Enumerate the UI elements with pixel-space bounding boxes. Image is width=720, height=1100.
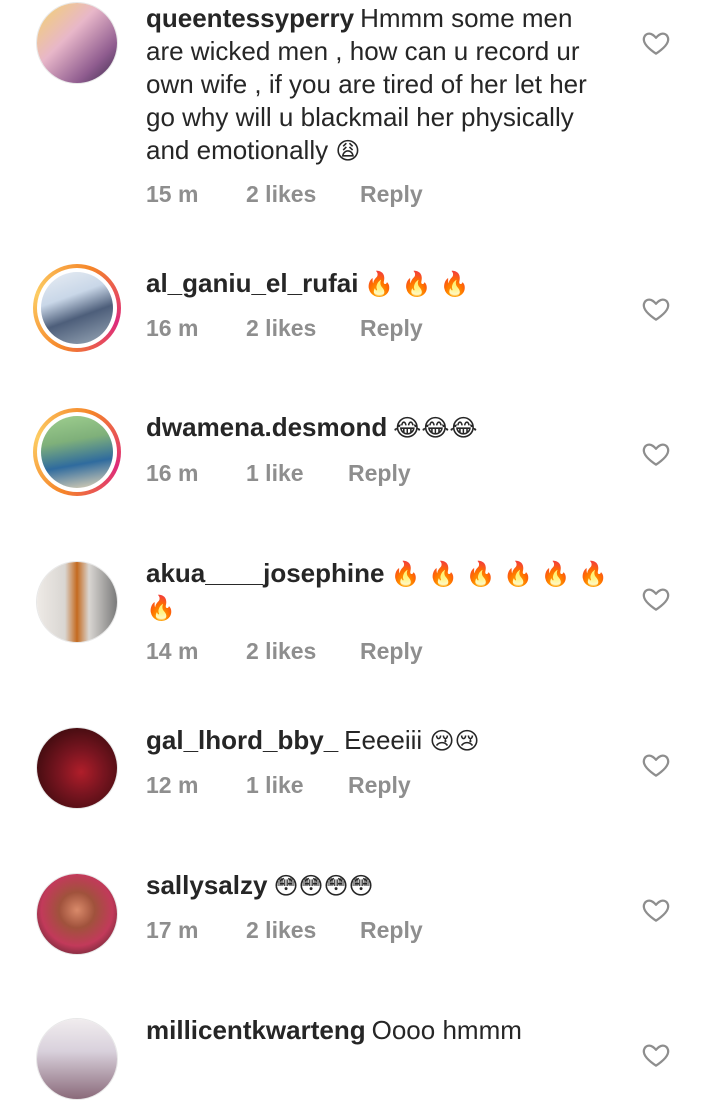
avatar[interactable] [36, 727, 118, 809]
reply-button[interactable]: Reply [360, 181, 423, 208]
heart-icon[interactable] [641, 895, 671, 925]
heart-icon[interactable] [641, 584, 671, 614]
comment-body: dwamena.desmond 😂😂😂 [146, 411, 616, 445]
comment-time: 15 m [146, 181, 199, 207]
comment-body: sallysalzy 😳😳😳😳 [146, 869, 616, 903]
comment-username[interactable]: dwamena.desmond [146, 412, 387, 442]
avatar-image [37, 3, 117, 83]
heart-icon[interactable] [641, 439, 671, 469]
comment-likes[interactable]: 2 likes [246, 917, 360, 944]
heart-icon[interactable] [641, 1040, 671, 1070]
comment-text: Eeeeiii [344, 725, 423, 755]
comment-likes[interactable]: 1 like [246, 772, 348, 799]
comment-meta: 14 m 2 likes Reply [146, 638, 423, 665]
comment-body: gal_lhord_bby_ Eeeeiii 😢😢 [146, 724, 616, 758]
avatar[interactable] [36, 2, 118, 84]
avatar-image [41, 416, 113, 488]
avatar-image [37, 1019, 117, 1099]
comment-emoji: 🔥 🔥 🔥 [364, 270, 470, 298]
heart-icon[interactable] [641, 750, 671, 780]
reply-button[interactable]: Reply [348, 460, 411, 487]
comment-username[interactable]: queentessyperry [146, 3, 354, 33]
comment-meta: 16 m 2 likes Reply [146, 315, 423, 342]
heart-icon[interactable] [641, 28, 671, 58]
avatar[interactable] [33, 264, 121, 352]
comment-time: 17 m [146, 917, 199, 943]
comment-body: millicentkwarteng Oooo hmmm [146, 1014, 616, 1047]
avatar[interactable] [36, 1018, 118, 1100]
comment-meta: 17 m 2 likes Reply [146, 917, 423, 944]
comment-body: al_ganiu_el_rufai 🔥 🔥 🔥 [146, 267, 616, 301]
comment-likes[interactable]: 2 likes [246, 638, 360, 665]
comment-username[interactable]: gal_lhord_bby_ [146, 725, 338, 755]
avatar[interactable] [33, 408, 121, 496]
avatar-image [37, 728, 117, 808]
avatar-image [37, 562, 117, 642]
heart-icon[interactable] [641, 294, 671, 324]
comment-username[interactable]: sallysalzy [146, 870, 267, 900]
reply-button[interactable]: Reply [360, 917, 423, 944]
comment-meta: 12 m 1 like Reply [146, 772, 411, 799]
comment-username[interactable]: akua____josephine [146, 558, 384, 588]
comment-time: 14 m [146, 638, 199, 664]
avatar[interactable] [36, 873, 118, 955]
reply-button[interactable]: Reply [360, 638, 423, 665]
comment-meta: 16 m 1 like Reply [146, 460, 411, 487]
comment-text: Oooo hmmm [371, 1015, 522, 1045]
comment-body: queentessyperry Hmmm some men are wicked … [146, 2, 616, 168]
comment-emoji: 😩 [335, 137, 361, 165]
comment-meta: 15 m 2 likes Reply [146, 181, 423, 208]
comment-username[interactable]: al_ganiu_el_rufai [146, 268, 358, 298]
comment-body: akua____josephine 🔥 🔥 🔥 🔥 🔥 🔥 🔥 [146, 557, 616, 625]
reply-button[interactable]: Reply [360, 315, 423, 342]
reply-button[interactable]: Reply [348, 772, 411, 799]
comment-username[interactable]: millicentkwarteng [146, 1015, 366, 1045]
comment-time: 16 m [146, 460, 199, 486]
comment-likes[interactable]: 2 likes [246, 315, 360, 342]
comment-emoji: 😢😢 [429, 727, 480, 755]
comment-time: 12 m [146, 772, 199, 798]
comment-time: 16 m [146, 315, 199, 341]
comment-emoji: 😳😳😳😳 [273, 872, 374, 900]
avatar-image [37, 874, 117, 954]
comment-likes[interactable]: 2 likes [246, 181, 360, 208]
avatar-image [41, 272, 113, 344]
comment-likes[interactable]: 1 like [246, 460, 348, 487]
avatar[interactable] [36, 561, 118, 643]
comment-emoji: 😂😂😂 [393, 414, 478, 442]
